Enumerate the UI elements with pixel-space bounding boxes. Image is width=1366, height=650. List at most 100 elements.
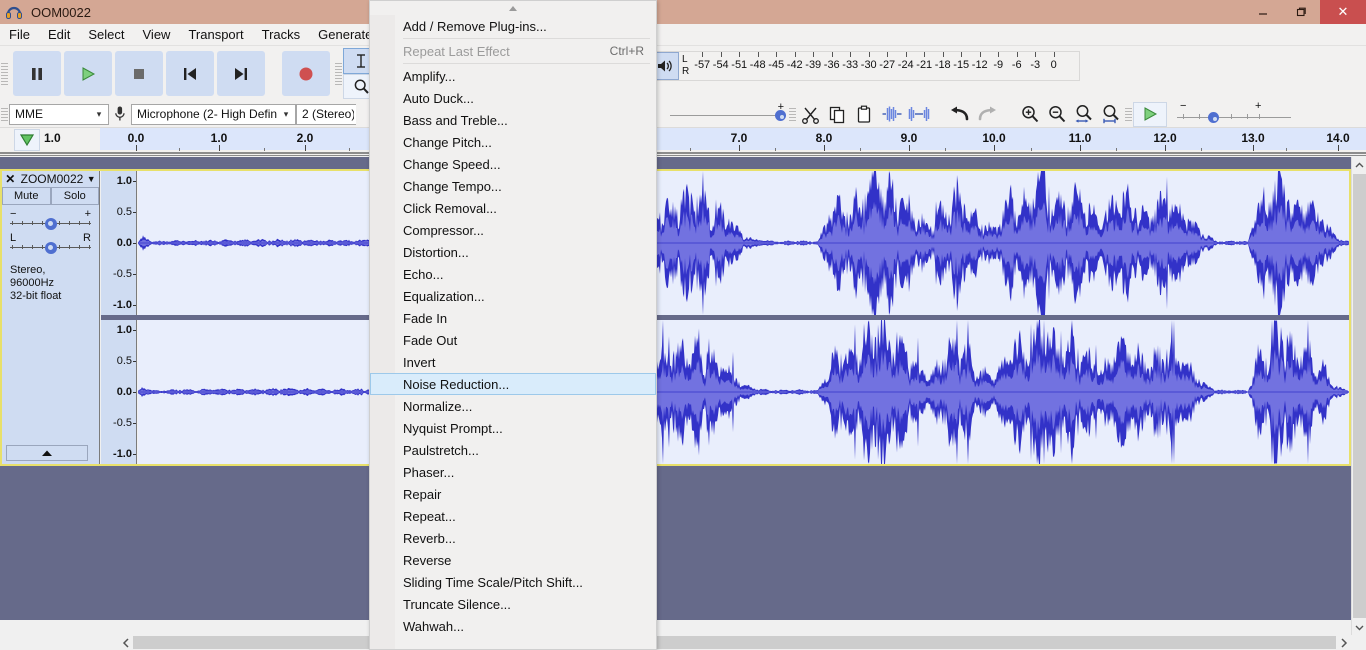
menu-transport[interactable]: Transport	[179, 24, 252, 45]
toolbar-row-lower: MME ▾ Microphone (2- High Defin ▾ 2 (Ste…	[0, 100, 1366, 128]
play-button[interactable]	[64, 51, 112, 96]
horizontal-scrollbar[interactable]	[0, 635, 1351, 650]
stop-button[interactable]	[115, 51, 163, 96]
effect-menu-item[interactable]: Repeat...	[370, 505, 656, 527]
undo-button[interactable]	[946, 101, 973, 127]
zoom-out-button[interactable]	[1043, 101, 1070, 127]
copy-button[interactable]	[824, 101, 851, 127]
effect-menu-item[interactable]: Invert	[370, 351, 656, 373]
effect-menu-item[interactable]: Wahwah...	[370, 615, 656, 637]
vertical-scroll-thumb[interactable]	[1353, 174, 1366, 618]
effect-menu-item[interactable]: Phaser...	[370, 461, 656, 483]
effect-menu-item[interactable]: Sliding Time Scale/Pitch Shift...	[370, 571, 656, 593]
ruler-major-tick	[994, 145, 995, 151]
scroll-left-button[interactable]	[118, 635, 133, 650]
meter-tick-label: -45	[768, 59, 785, 71]
effect-menu-item[interactable]: Equalization...	[370, 285, 656, 307]
pan-right-label: R	[83, 232, 91, 244]
menu-file[interactable]: File	[0, 24, 39, 45]
meter-tick-label: -21	[916, 59, 933, 71]
zoom-in-button[interactable]	[1016, 101, 1043, 127]
output-volume-slider[interactable]: +	[668, 101, 788, 125]
speed-plus-label: +	[1255, 100, 1262, 112]
transport-toolbar-grip[interactable]	[0, 46, 9, 101]
fit-selection-button[interactable]	[1070, 101, 1097, 127]
edit-toolbar-grip[interactable]	[788, 101, 797, 127]
gain-slider[interactable]: − +	[10, 208, 91, 232]
effect-menu-item[interactable]: Reverse	[370, 549, 656, 571]
record-button[interactable]	[282, 51, 330, 96]
effect-menu-item[interactable]: Add / Remove Plug-ins...	[370, 15, 656, 37]
play-at-speed-grip[interactable]	[1124, 101, 1133, 127]
playback-meter[interactable]: L R -57 -54 -51 -48 -45 -42 -39 -36 -33 -30 -27 -24…	[650, 51, 1080, 81]
scroll-up-button[interactable]	[1352, 157, 1366, 173]
horizontal-scroll-thumb[interactable]	[133, 636, 1336, 649]
effect-menu-item[interactable]: Change Speed...	[370, 153, 656, 175]
device-toolbar-grip[interactable]	[0, 101, 9, 127]
ruler-minor-tick	[264, 148, 265, 151]
mute-button[interactable]: Mute	[2, 188, 51, 205]
effect-menu-item-label: Fade Out	[403, 332, 458, 348]
pinned-play-head-icon[interactable]	[14, 129, 40, 151]
effect-menu-item[interactable]: Fade In	[370, 307, 656, 329]
effect-menu-item[interactable]: Change Pitch...	[370, 131, 656, 153]
effect-menu-item[interactable]: Auto Duck...	[370, 87, 656, 109]
audio-host-select[interactable]: MME ▾	[9, 103, 109, 125]
redo-button[interactable]	[973, 101, 1000, 127]
effect-menu-item[interactable]: Click Removal...	[370, 197, 656, 219]
pause-button[interactable]	[13, 51, 61, 96]
cut-button[interactable]	[797, 101, 824, 127]
recording-channels-select[interactable]: 2 (Stereo) R	[296, 103, 356, 125]
timeline-ruler[interactable]: 1.0 0.0 1.0 2.0 7.0 8.0 9.0 10.0 11.0 12.0 13.0 14…	[0, 128, 1366, 156]
effect-menu-item[interactable]: Echo...	[370, 263, 656, 285]
skip-to-end-button[interactable]	[217, 51, 265, 96]
meter-tick-label: -30	[860, 59, 877, 71]
effect-menu-item[interactable]: Normalize...	[370, 395, 656, 417]
effect-menu-item[interactable]: Reverb...	[370, 527, 656, 549]
pan-slider[interactable]: L R	[10, 232, 91, 256]
effect-menu-item[interactable]: Change Tempo...	[370, 175, 656, 197]
menu-view[interactable]: View	[134, 24, 180, 45]
effect-menu-item-label: Change Speed...	[403, 156, 501, 172]
restore-button[interactable]	[1282, 0, 1320, 24]
menu-edit[interactable]: Edit	[39, 24, 79, 45]
meter-tick-label: -39	[805, 59, 822, 71]
effect-menu-item[interactable]: Bass and Treble...	[370, 109, 656, 131]
menu-select[interactable]: Select	[79, 24, 133, 45]
minimize-button[interactable]	[1244, 0, 1282, 24]
effect-menu-item[interactable]: Truncate Silence...	[370, 593, 656, 615]
gain-minus-label: −	[10, 208, 17, 220]
menu-scroll-up-arrow[interactable]	[370, 1, 656, 15]
tools-toolbar-grip[interactable]	[334, 46, 343, 101]
fit-project-button[interactable]	[1097, 101, 1124, 127]
close-icon[interactable]: ✕	[2, 172, 19, 186]
left-channel-waveform[interactable]	[138, 171, 1349, 315]
silence-audio-button[interactable]	[905, 101, 932, 127]
vertical-scrollbar[interactable]	[1351, 157, 1366, 635]
scroll-right-button[interactable]	[1336, 635, 1351, 650]
right-channel-waveform[interactable]	[138, 320, 1349, 464]
effect-menu-item[interactable]: Fade Out	[370, 329, 656, 351]
close-button[interactable]: ✕	[1320, 0, 1366, 24]
track-title-row: ✕ ZOOM0022 ▼	[2, 171, 99, 188]
collapse-track-button[interactable]	[6, 445, 88, 461]
effect-menu-item[interactable]: Noise Reduction...	[370, 373, 656, 395]
scroll-down-button[interactable]	[1352, 619, 1366, 635]
effect-menu-item-label: Click Removal...	[403, 200, 497, 216]
recording-device-select[interactable]: Microphone (2- High Defin ▾	[131, 103, 296, 125]
play-at-speed-button[interactable]	[1133, 101, 1167, 127]
menu-tracks[interactable]: Tracks	[253, 24, 310, 45]
ruler-time-label: 12.0	[1153, 131, 1177, 145]
chevron-down-icon[interactable]: ▼	[83, 174, 99, 184]
effect-menu-item[interactable]: Repair	[370, 483, 656, 505]
solo-button[interactable]: Solo	[50, 188, 99, 205]
trim-audio-button[interactable]	[878, 101, 905, 127]
effect-menu-item[interactable]: Compressor...	[370, 219, 656, 241]
playback-speed-slider[interactable]: − +	[1175, 100, 1293, 125]
paste-button[interactable]	[851, 101, 878, 127]
effect-menu-item[interactable]: Nyquist Prompt...	[370, 417, 656, 439]
effect-menu-item[interactable]: Paulstretch...	[370, 439, 656, 461]
skip-to-start-button[interactable]	[166, 51, 214, 96]
effect-menu-item[interactable]: Amplify...	[370, 65, 656, 87]
effect-menu-item[interactable]: Distortion...	[370, 241, 656, 263]
